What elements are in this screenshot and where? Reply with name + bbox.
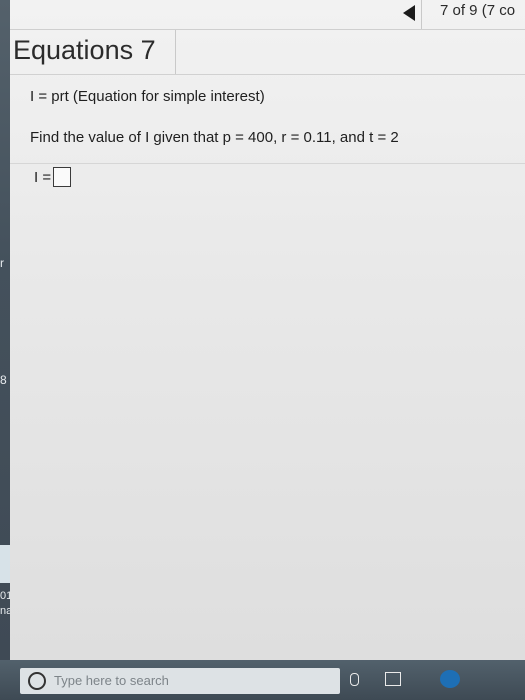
windows-taskbar: Type here to search — [0, 660, 525, 700]
taskbar-search-box[interactable]: Type here to search — [20, 668, 340, 694]
background-number-8: 8 — [0, 373, 7, 387]
question-nav-bar: 7 of 9 (7 co — [10, 0, 525, 30]
answer-label: I = — [34, 168, 52, 186]
formula-line: I = prt (Equation for simple interest) — [30, 88, 265, 105]
nav-divider — [421, 0, 422, 29]
question-counter[interactable]: 7 of 9 (7 co — [440, 2, 515, 19]
background-window-strip: r 8 01 na — [0, 0, 12, 660]
answer-row: I = — [34, 167, 72, 187]
taskbar-search-placeholder: Type here to search — [54, 673, 169, 688]
page-title: Equations 7 — [13, 35, 156, 65]
microphone-icon[interactable] — [350, 673, 359, 686]
title-separator — [10, 74, 525, 75]
background-letter-r: r — [0, 256, 4, 270]
problem-instruction: Find the value of I given that p = 400, … — [30, 129, 399, 146]
homework-page: 7 of 9 (7 co Equations 7 I = prt (Equati… — [10, 0, 525, 660]
task-view-icon[interactable] — [385, 672, 401, 686]
content-separator — [10, 163, 525, 164]
answer-input[interactable] — [53, 167, 72, 187]
title-box: Equations 7 — [10, 30, 176, 75]
search-icon — [28, 672, 46, 690]
edge-browser-icon[interactable] — [440, 670, 460, 688]
background-marker — [0, 545, 10, 583]
previous-question-icon[interactable] — [403, 5, 415, 21]
